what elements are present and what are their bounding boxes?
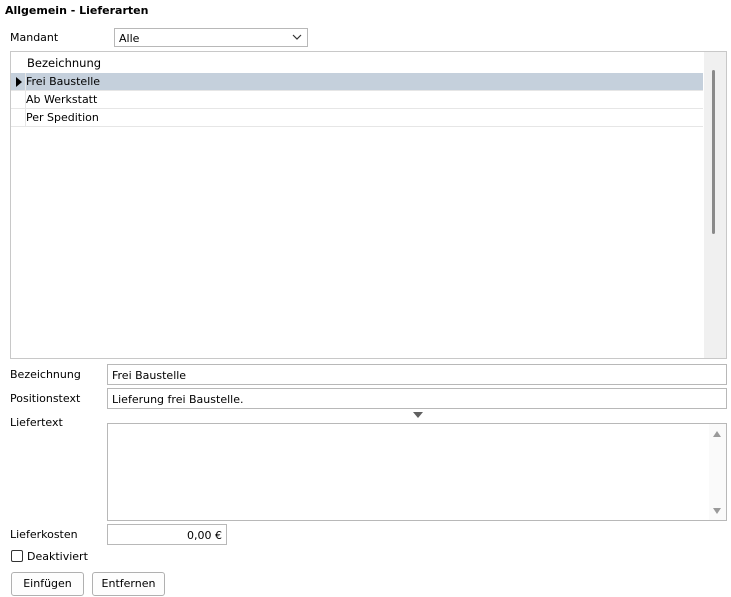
positionstext-label: Positionstext [10,392,81,405]
lieferkosten-input[interactable]: 0,00 € [107,524,227,545]
scrollbar-thumb[interactable] [712,70,715,234]
liefertext-textarea[interactable] [107,423,727,521]
remove-button[interactable]: Entfernen [92,572,165,596]
row-indicator [11,91,26,108]
liefertext-scrollbar[interactable] [709,424,726,520]
deaktiviert-checkbox[interactable] [11,550,23,562]
scroll-down-icon[interactable] [713,508,721,514]
row-cell-bezeichnung: Ab Werkstatt [26,93,98,106]
lieferkosten-value: 0,00 € [187,529,222,542]
table-row[interactable]: Ab Werkstatt [11,91,703,109]
mandant-value: Alle [119,32,140,45]
expand-down-icon[interactable] [413,412,423,418]
bezeichnung-label: Bezeichnung [10,368,81,381]
grid-vertical-scrollbar[interactable] [704,52,726,358]
insert-button[interactable]: Einfügen [11,572,84,596]
bezeichnung-value: Frei Baustelle [112,369,187,382]
mandant-label: Mandant [10,31,59,44]
row-indicator [11,73,26,90]
row-cell-bezeichnung: Frei Baustelle [26,75,101,88]
lieferkosten-label: Lieferkosten [10,528,78,541]
row-indicator [11,109,26,126]
row-cell-bezeichnung: Per Spedition [26,111,99,124]
bezeichnung-input[interactable]: Frei Baustelle [107,364,727,385]
positionstext-input[interactable]: Lieferung frei Baustelle. [107,388,727,409]
liefertext-label: Liefertext [10,416,63,429]
deaktiviert-label[interactable]: Deaktiviert [27,550,88,563]
mandant-select[interactable]: Alle [114,28,308,47]
positionstext-value: Lieferung frei Baustelle. [112,393,244,406]
page-title: Allgemein - Lieferarten [5,4,149,17]
lieferarten-grid[interactable]: Bezeichnung Frei Baustelle Ab Werkstatt … [10,51,727,359]
chevron-down-icon [292,34,302,40]
table-row[interactable]: Per Spedition [11,109,703,127]
table-row[interactable]: Frei Baustelle [11,73,703,91]
current-row-arrow-icon [16,77,22,87]
scroll-up-icon[interactable] [713,431,721,437]
column-header-bezeichnung[interactable]: Bezeichnung [27,56,101,70]
